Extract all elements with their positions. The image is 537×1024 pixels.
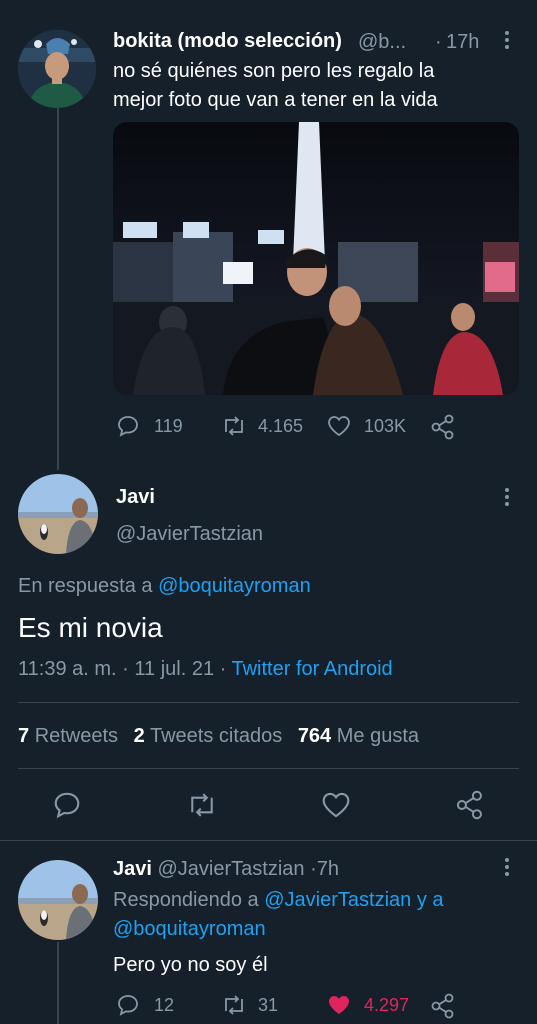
thread-line <box>57 942 59 1024</box>
heart-icon <box>322 792 350 818</box>
retweet-button[interactable]: 31 <box>220 993 278 1017</box>
tweet-author-name[interactable]: bokita (modo selección) <box>113 30 342 53</box>
like-button[interactable]: 103K <box>326 414 406 438</box>
retweet-count: 31 <box>258 994 279 1015</box>
reply-context: En respuesta a @boquitayroman <box>18 575 311 598</box>
retweet-button[interactable] <box>185 790 219 820</box>
tweet-meta: 11:39 a. m. · 11 jul. 21 · Twitter for A… <box>18 658 393 681</box>
like-count: 4.297 <box>364 994 410 1015</box>
tweet-source-link[interactable]: Twitter for Android <box>232 658 393 680</box>
retweets-count: 7 <box>18 725 30 747</box>
quotes-stat[interactable]: 2 Tweets citados <box>134 725 283 747</box>
share-button[interactable] <box>430 414 456 440</box>
reply-count: 119 <box>154 415 183 436</box>
tweet-timestamp[interactable]: 7h <box>317 858 339 880</box>
quotes-count: 2 <box>133 725 145 747</box>
tweet-separator: · <box>435 31 442 53</box>
reply-button[interactable] <box>52 790 82 820</box>
reply-to-link[interactable]: @boquitayroman <box>158 575 311 597</box>
avatar[interactable] <box>18 474 98 554</box>
tweet-text-line: mejor foto que van a tener en la vida <box>113 89 438 111</box>
more-options-icon[interactable] <box>505 858 509 879</box>
retweets-stat[interactable]: 7 Retweets <box>18 725 118 747</box>
replying-context: Respondiendo a @JavierTastzian y a <box>113 889 444 912</box>
retweet-count: 4.165 <box>258 415 304 436</box>
reply-icon <box>118 995 138 1016</box>
share-icon <box>431 993 454 1019</box>
heart-icon <box>328 416 350 437</box>
reply-prefix: En respuesta a <box>18 575 153 597</box>
tweet-author-handle[interactable]: @b... <box>358 31 406 54</box>
reply-icon <box>118 416 138 437</box>
retweet-icon <box>225 995 243 1015</box>
likes-count: 764 <box>297 725 332 747</box>
replying-prefix: Respondiendo a <box>113 889 259 911</box>
retweet-icon <box>191 793 213 817</box>
retweets-label: Retweets <box>34 725 119 747</box>
tweet-photo[interactable] <box>113 122 519 395</box>
reply-button[interactable]: 12 <box>116 993 174 1017</box>
tweet-text: Es mi novia <box>18 612 163 643</box>
avatar[interactable] <box>18 860 98 940</box>
more-options-icon[interactable] <box>505 31 509 52</box>
reply-count: 12 <box>154 994 175 1015</box>
likes-stat[interactable]: 764 Me gusta <box>298 725 419 747</box>
avatar[interactable] <box>18 30 96 108</box>
tweet-author-name[interactable]: Javi <box>113 858 152 880</box>
tweet-date[interactable]: 11 jul. 21 <box>134 658 214 680</box>
tweet-time[interactable]: 11:39 a. m. <box>18 658 117 680</box>
reply-button[interactable]: 119 <box>116 414 183 438</box>
meta-separator: · <box>219 658 227 680</box>
tweet-stats: 7 Retweets 2 Tweets citados 764 Me gusta <box>18 725 419 748</box>
retweet-button[interactable]: 4.165 <box>220 414 303 438</box>
meta-separator: · <box>122 658 129 680</box>
tweet-separator: · <box>310 858 317 880</box>
like-button[interactable]: 4.297 <box>326 993 409 1017</box>
more-options-icon[interactable] <box>505 488 509 509</box>
share-icon <box>431 414 454 440</box>
like-count: 103K <box>364 415 407 436</box>
tweet-timestamp[interactable]: 17h <box>446 31 479 54</box>
reply-icon <box>54 792 80 819</box>
divider <box>18 702 519 703</box>
share-button[interactable] <box>455 790 485 820</box>
likes-label: Me gusta <box>336 725 420 747</box>
like-button[interactable] <box>320 790 352 820</box>
tweet-text: Pero yo no soy él <box>113 954 268 976</box>
tweet-author-handle[interactable]: @JavierTastzian <box>116 523 263 546</box>
retweet-icon <box>225 416 243 436</box>
replying-to-link[interactable]: @boquitayroman <box>113 918 266 941</box>
share-button[interactable] <box>430 993 456 1019</box>
replying-to-link[interactable]: @JavierTastzian y a <box>264 889 443 911</box>
tweet-header: Javi @JavierTastzian ·7h <box>113 858 339 881</box>
thread-line <box>57 108 59 470</box>
heart-filled-icon <box>329 996 349 1014</box>
tweet-text-line: no sé quiénes son pero les regalo la <box>113 60 435 82</box>
tweet-author-handle[interactable]: @JavierTastzian <box>158 858 305 880</box>
tweet-author-name[interactable]: Javi <box>116 486 155 509</box>
share-icon <box>456 790 482 820</box>
divider <box>18 768 519 769</box>
divider <box>0 840 537 841</box>
quotes-label: Tweets citados <box>149 725 283 747</box>
